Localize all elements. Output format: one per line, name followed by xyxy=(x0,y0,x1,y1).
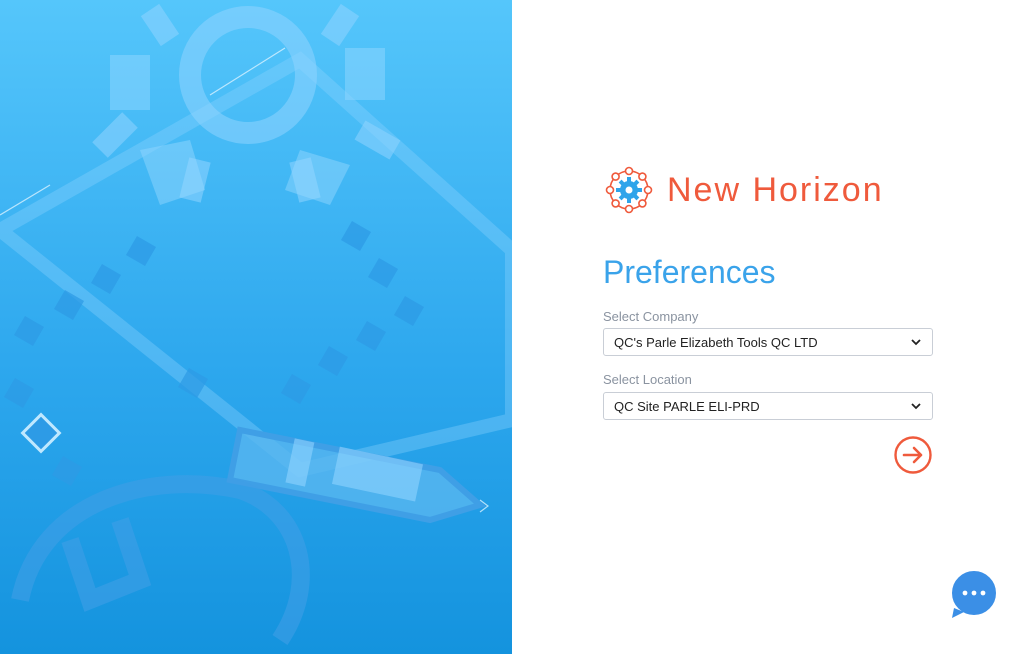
preferences-page: New Horizon Preferences Select Company Q… xyxy=(0,0,1024,654)
arrow-right-circle-icon xyxy=(894,436,932,474)
gear-network-logo-icon xyxy=(605,166,653,214)
brand: New Horizon xyxy=(605,166,884,214)
chevron-down-icon xyxy=(911,403,921,410)
chevron-down-icon xyxy=(911,339,921,346)
company-select-value: QC's Parle Elizabeth Tools QC LTD xyxy=(614,334,818,350)
location-select-value: QC Site PARLE ELI-PRD xyxy=(614,398,760,414)
brand-name: New Horizon xyxy=(667,170,884,209)
company-select[interactable]: QC's Parle Elizabeth Tools QC LTD xyxy=(603,328,933,356)
chat-launcher-button[interactable] xyxy=(948,568,1000,620)
hero-illustration xyxy=(0,0,512,654)
chat-bubble-icon xyxy=(950,569,998,618)
location-select[interactable]: QC Site PARLE ELI-PRD xyxy=(603,392,933,420)
company-label: Select Company xyxy=(603,309,699,324)
location-label: Select Location xyxy=(603,372,692,387)
page-title: Preferences xyxy=(603,254,776,290)
next-button[interactable] xyxy=(893,435,933,475)
illustration-graphic xyxy=(0,3,512,645)
